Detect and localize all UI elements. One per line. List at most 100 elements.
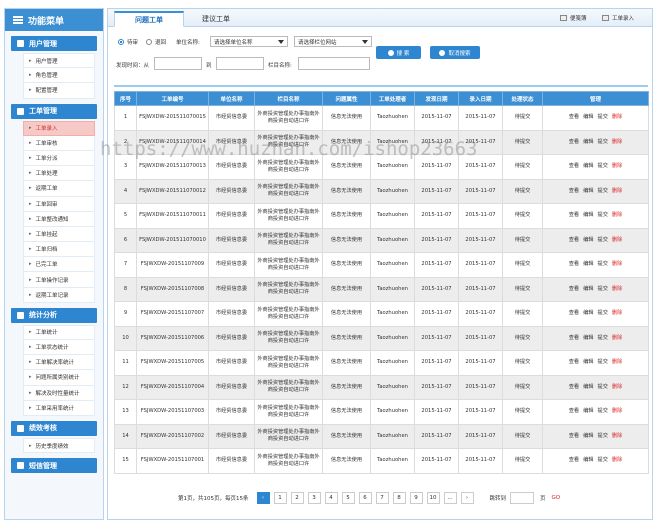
view-link[interactable]: 查看 — [569, 261, 579, 267]
sidebar-item[interactable]: ▸ 配置管理 — [23, 83, 95, 99]
delete-link[interactable]: 删除 — [612, 359, 622, 365]
sidebar-item[interactable]: ▸ 工单处理 — [23, 166, 95, 182]
page-button[interactable]: 8 — [392, 492, 406, 504]
search-button[interactable]: 搜 索 — [376, 46, 421, 59]
submit-link[interactable]: 提交 — [598, 212, 608, 218]
submit-link[interactable]: 提交 — [598, 408, 608, 414]
sidebar-item[interactable]: ▸ 已完工单 — [23, 257, 95, 273]
order-entry-tool[interactable]: 工单录入 — [602, 14, 634, 22]
view-link[interactable]: 查看 — [569, 408, 579, 414]
sidebar-group-title[interactable]: 统计分析 — [11, 307, 97, 323]
view-link[interactable]: 查看 — [569, 237, 579, 243]
view-link[interactable]: 查看 — [569, 310, 579, 316]
view-link[interactable]: 查看 — [569, 212, 579, 218]
delete-link[interactable]: 删除 — [612, 163, 622, 169]
page-button[interactable]: 10 — [426, 492, 440, 504]
view-link[interactable]: 查看 — [569, 114, 579, 120]
edit-link[interactable]: 编辑 — [583, 261, 593, 267]
start-date-input[interactable] — [154, 57, 202, 70]
sidebar-item[interactable]: ▸ 工单审核 — [23, 135, 95, 151]
submit-link[interactable]: 提交 — [598, 457, 608, 463]
sidebar-item[interactable]: ▸ 历史季度绩效 — [23, 437, 95, 454]
delete-link[interactable]: 删除 — [612, 286, 622, 292]
sidebar-item[interactable]: ▸ 工单统计 — [23, 324, 95, 340]
delete-link[interactable]: 删除 — [612, 457, 622, 463]
edit-link[interactable]: 编辑 — [583, 310, 593, 316]
jump-page-input[interactable] — [510, 492, 535, 504]
submit-link[interactable]: 提交 — [598, 359, 608, 365]
view-link[interactable]: 查看 — [569, 188, 579, 194]
sidebar-item[interactable]: ▸ 工单分派 — [23, 150, 95, 167]
sidebar-item[interactable]: ▸ 工单操作记录 — [23, 272, 95, 288]
view-link[interactable]: 查看 — [569, 335, 579, 341]
edit-link[interactable]: 编辑 — [583, 188, 593, 194]
page-button[interactable]: 6 — [358, 492, 372, 504]
sidebar-item[interactable]: ▸ 工单状态统计 — [23, 340, 95, 356]
sidebar-item[interactable]: ▸ 工单挂起 — [23, 226, 95, 243]
submit-link[interactable]: 提交 — [598, 286, 608, 292]
view-link[interactable]: 查看 — [569, 457, 579, 463]
edit-link[interactable]: 编辑 — [583, 237, 593, 243]
delete-link[interactable]: 删除 — [612, 433, 622, 439]
sidebar-item[interactable]: ▸ 角色管理 — [23, 68, 95, 84]
site-select[interactable]: 请选择栏位网站 — [294, 36, 372, 47]
prev-page-button[interactable]: ‹ — [256, 492, 270, 504]
sidebar-item[interactable]: ▸ 返期工单 — [23, 181, 95, 197]
submit-link[interactable]: 提交 — [598, 335, 608, 341]
submit-link[interactable]: 提交 — [598, 237, 608, 243]
sidebar-item[interactable]: ▸ 解决及时性量统计 — [23, 385, 95, 401]
end-date-input[interactable] — [216, 57, 264, 70]
edit-link[interactable]: 编辑 — [583, 139, 593, 145]
submit-link[interactable]: 提交 — [598, 384, 608, 390]
column-name-input[interactable] — [298, 57, 370, 70]
delete-link[interactable]: 删除 — [612, 261, 622, 267]
page-button[interactable]: 3 — [307, 492, 321, 504]
delete-link[interactable]: 删除 — [612, 310, 622, 316]
view-link[interactable]: 查看 — [569, 286, 579, 292]
view-link[interactable]: 查看 — [569, 359, 579, 365]
edit-link[interactable]: 编辑 — [583, 114, 593, 120]
delete-link[interactable]: 删除 — [612, 335, 622, 341]
sidebar-item[interactable]: ▸ 工单回审 — [23, 196, 95, 212]
page-button[interactable]: 2 — [290, 492, 304, 504]
sidebar-item[interactable]: ▸ 工单采用率统计 — [23, 400, 95, 416]
submit-link[interactable]: 提交 — [598, 163, 608, 169]
submit-link[interactable]: 提交 — [598, 139, 608, 145]
edit-link[interactable]: 编辑 — [583, 359, 593, 365]
sidebar-group-title[interactable]: 工单管理 — [11, 103, 97, 119]
page-button[interactable]: ... — [443, 492, 457, 504]
submit-link[interactable]: 提交 — [598, 188, 608, 194]
tab-problem-orders[interactable]: 问题工单 — [114, 11, 184, 27]
edit-link[interactable]: 编辑 — [583, 286, 593, 292]
submit-link[interactable]: 提交 — [598, 114, 608, 120]
sidebar-item[interactable]: ▸ 工单解决率统计 — [23, 355, 95, 371]
sidebar-item[interactable]: ▸ 返期工单记录 — [23, 287, 95, 303]
page-button[interactable]: 9 — [409, 492, 423, 504]
sidebar-group-title[interactable]: 绩效考核 — [11, 420, 97, 436]
view-link[interactable]: 查看 — [569, 163, 579, 169]
sidebar-item[interactable]: ▸ 工单归档 — [23, 242, 95, 258]
page-button[interactable]: 5 — [341, 492, 355, 504]
go-button[interactable]: GO — [552, 495, 561, 501]
sidebar-group-title[interactable]: 短信管理 — [11, 458, 97, 474]
notes-tool[interactable]: 便笺簿 — [560, 14, 587, 22]
edit-link[interactable]: 编辑 — [583, 335, 593, 341]
cancel-search-button[interactable]: 取消搜索 — [430, 46, 480, 59]
sidebar-item[interactable]: ▸ 用户管理 — [23, 53, 95, 69]
edit-link[interactable]: 编辑 — [583, 212, 593, 218]
submit-link[interactable]: 提交 — [598, 261, 608, 267]
view-link[interactable]: 查看 — [569, 384, 579, 390]
view-link[interactable]: 查看 — [569, 433, 579, 439]
sidebar-group-title[interactable]: 用户管理 — [11, 36, 97, 51]
submit-link[interactable]: 提交 — [598, 433, 608, 439]
page-button[interactable]: 4 — [324, 492, 338, 504]
unit-select[interactable]: 请选择单位名称 — [210, 36, 288, 47]
view-link[interactable]: 查看 — [569, 139, 579, 145]
edit-link[interactable]: 编辑 — [583, 163, 593, 169]
edit-link[interactable]: 编辑 — [583, 384, 593, 390]
sidebar-item[interactable]: ▸ 工单整改通知 — [23, 211, 95, 227]
sidebar-item[interactable]: ▸ 问题所属类别统计 — [23, 370, 95, 386]
delete-link[interactable]: 删除 — [612, 212, 622, 218]
radio-pending[interactable]: 待审 — [118, 38, 138, 46]
delete-link[interactable]: 删除 — [612, 139, 622, 145]
